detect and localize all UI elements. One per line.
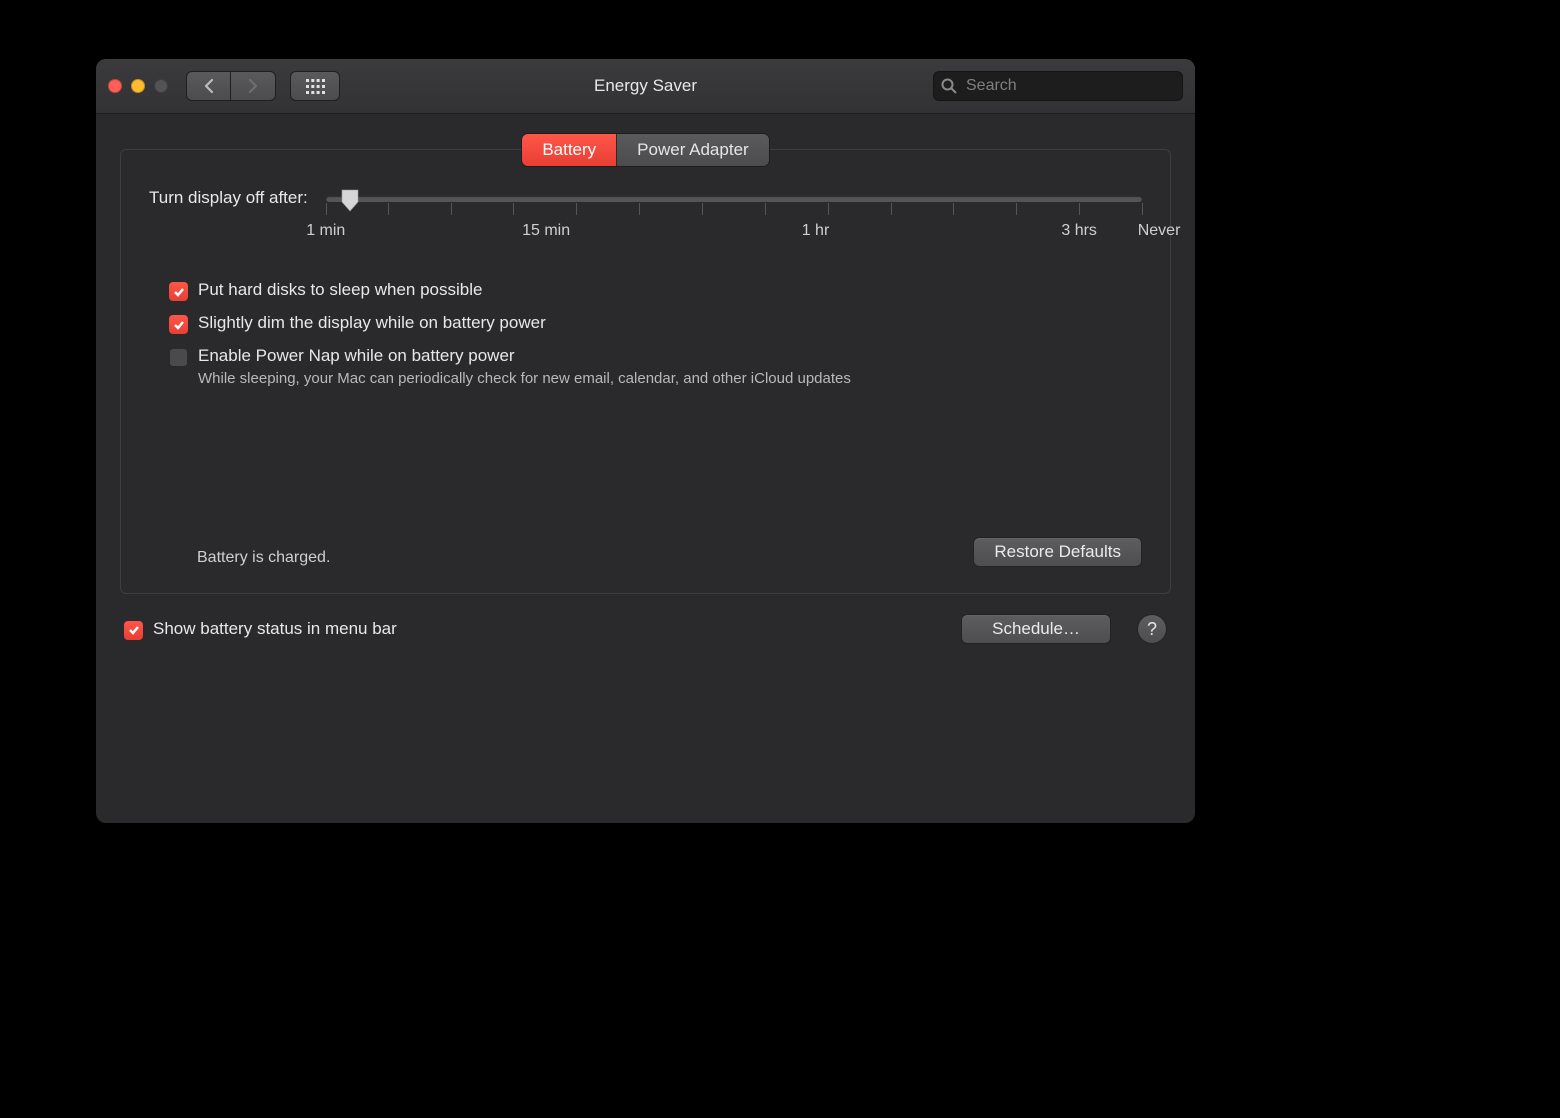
power-nap-desc: While sleeping, your Mac can periodicall…: [198, 370, 851, 387]
tab-power-adapter[interactable]: Power Adapter: [616, 134, 769, 166]
check-icon: [173, 286, 185, 298]
option-power-nap: Enable Power Nap while on battery power …: [169, 346, 1142, 387]
dim-display-label: Slightly dim the display while on batter…: [198, 313, 546, 333]
slider-track: [326, 196, 1142, 202]
zoom-window-button[interactable]: [154, 79, 168, 93]
power-nap-label: Enable Power Nap while on battery power: [198, 346, 851, 366]
chevron-left-icon: [203, 78, 215, 94]
restore-defaults-label: Restore Defaults: [994, 542, 1121, 561]
search-field-wrap: [933, 71, 1183, 101]
help-icon: ?: [1147, 619, 1157, 640]
check-icon: [128, 624, 140, 636]
forward-button[interactable]: [231, 71, 276, 101]
slider-tick-1min: 1 min: [306, 222, 345, 240]
display-sleep-label: Turn display off after:: [149, 188, 308, 208]
search-icon: [941, 78, 957, 94]
search-input[interactable]: [933, 71, 1183, 101]
tab-battery-label: Battery: [542, 140, 596, 160]
tab-bar: Battery Power Adapter: [96, 134, 1195, 166]
minimize-window-button[interactable]: [131, 79, 145, 93]
display-sleep-slider[interactable]: 1 min 15 min 1 hr 3 hrs Never: [326, 188, 1142, 248]
schedule-label: Schedule…: [992, 619, 1080, 638]
menu-bar-label: Show battery status in menu bar: [153, 619, 397, 639]
slider-thumb[interactable]: [340, 188, 360, 212]
slider-tick-15min: 15 min: [522, 222, 570, 240]
hard-disks-checkbox[interactable]: [169, 282, 188, 301]
window-footer: Show battery status in menu bar Schedule…: [96, 594, 1195, 644]
preferences-window: Energy Saver Battery Power Adapter Turn …: [96, 59, 1195, 823]
slider-tick-3hrs: 3 hrs: [1061, 222, 1097, 240]
dim-display-checkbox[interactable]: [169, 315, 188, 334]
panel-footer: Battery is charged. Restore Defaults: [149, 537, 1142, 567]
slider-tick-1hr: 1 hr: [802, 222, 830, 240]
menu-bar-checkbox[interactable]: [124, 621, 143, 640]
option-hard-disks: Put hard disks to sleep when possible: [169, 280, 1142, 301]
back-button[interactable]: [186, 71, 231, 101]
grid-icon: [306, 79, 325, 94]
close-window-button[interactable]: [108, 79, 122, 93]
power-nap-checkbox[interactable]: [169, 348, 188, 367]
hard-disks-label: Put hard disks to sleep when possible: [198, 280, 482, 300]
tab-power-adapter-label: Power Adapter: [637, 140, 749, 160]
show-all-button[interactable]: [290, 71, 340, 101]
slider-thumb-icon: [340, 188, 360, 212]
segmented-control: Battery Power Adapter: [522, 134, 768, 166]
option-dim-display: Slightly dim the display while on batter…: [169, 313, 1142, 334]
chevron-right-icon: [247, 78, 259, 94]
nav-buttons: [186, 71, 276, 101]
display-sleep-row: Turn display off after:: [149, 188, 1142, 248]
help-button[interactable]: ?: [1137, 614, 1167, 644]
tab-battery[interactable]: Battery: [522, 134, 616, 166]
check-icon: [173, 319, 185, 331]
slider-tick-never: Never: [1138, 222, 1181, 240]
traffic-lights: [108, 79, 168, 93]
restore-defaults-button[interactable]: Restore Defaults: [973, 537, 1142, 567]
options-list: Put hard disks to sleep when possible Sl…: [169, 280, 1142, 387]
slider-ticks: [326, 203, 1142, 217]
schedule-button[interactable]: Schedule…: [961, 614, 1111, 644]
settings-panel: Turn display off after:: [120, 149, 1171, 594]
titlebar: Energy Saver: [96, 59, 1195, 114]
battery-status: Battery is charged.: [197, 549, 330, 567]
option-menu-bar: Show battery status in menu bar: [124, 619, 397, 640]
